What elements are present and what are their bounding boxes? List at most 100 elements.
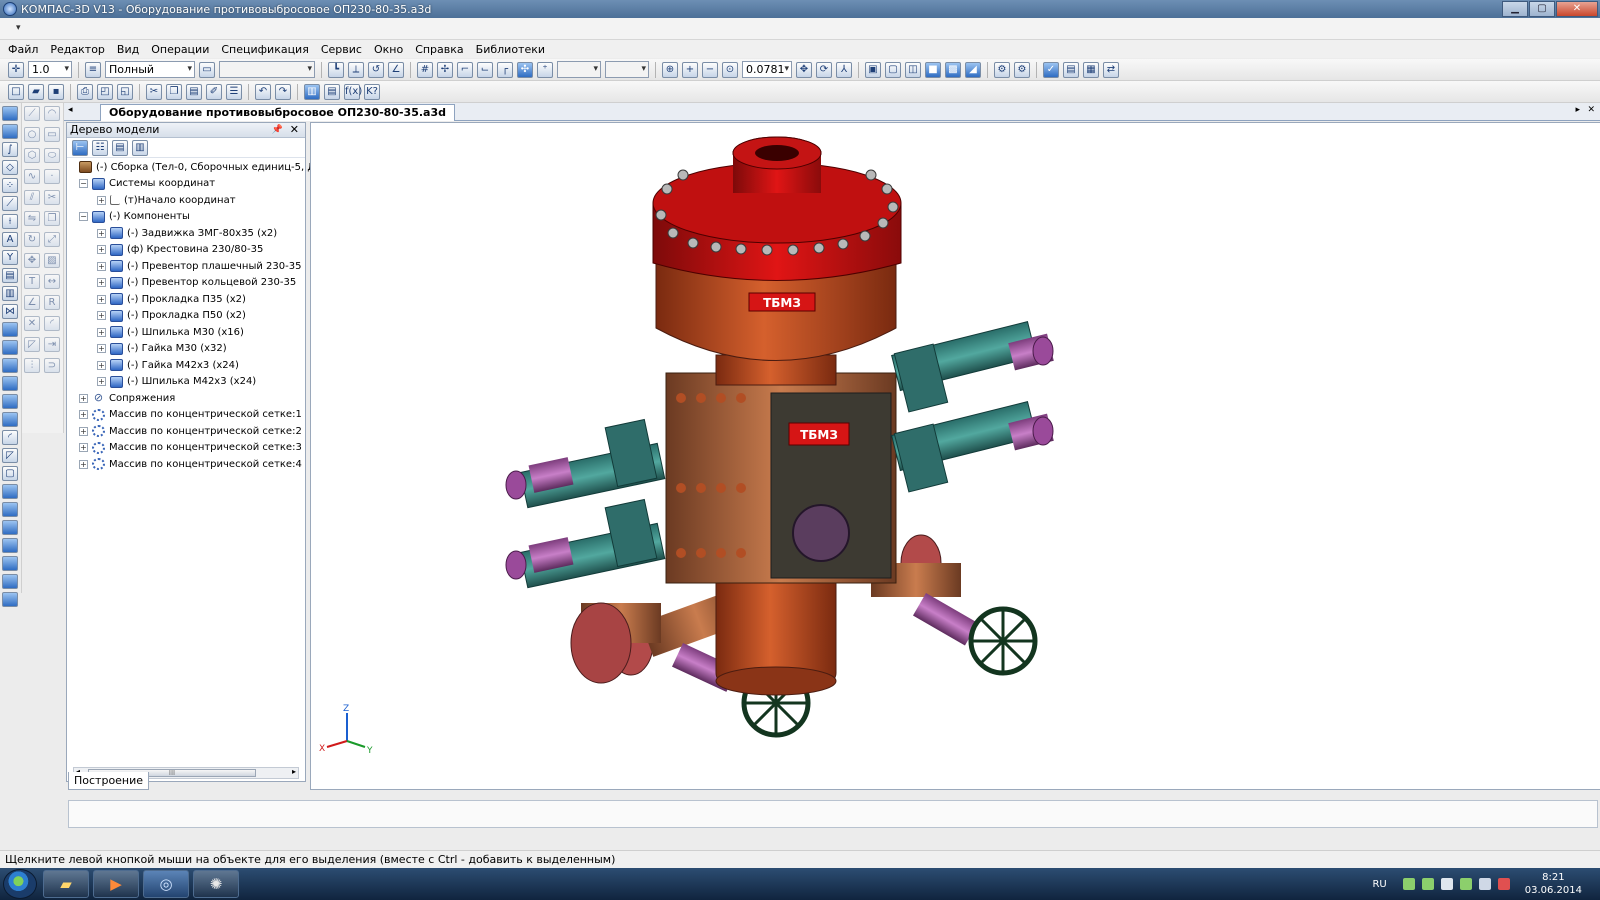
dimensions-icon[interactable]: A	[2, 232, 18, 247]
hidden-lines-icon[interactable]: ▢	[885, 61, 901, 78]
tool-spline-icon[interactable]: ∿	[24, 169, 40, 184]
tool-trim-icon[interactable]: ✂	[44, 190, 60, 205]
expand-icon[interactable]: +	[97, 344, 106, 354]
expand-icon[interactable]: +	[97, 195, 106, 205]
measure-icon[interactable]: ⟊	[2, 214, 18, 229]
preview-icon[interactable]: ◰	[97, 83, 113, 100]
properties-list-icon[interactable]: ☰	[226, 83, 242, 100]
menu-file[interactable]: Файл	[8, 43, 38, 56]
tree-item[interactable]: + (-) Гайка М42х3 (х24)	[67, 357, 305, 374]
taskbar-explorer[interactable]: ▰	[43, 870, 89, 898]
chevron-down-icon[interactable]: ▾	[16, 23, 21, 33]
expand-icon[interactable]: +	[79, 459, 88, 469]
grid-icon[interactable]: #	[417, 61, 433, 78]
tool-line-icon[interactable]: ⟋	[24, 106, 40, 121]
close-panel-icon[interactable]: ✕	[290, 123, 299, 137]
new-file-icon[interactable]: □	[8, 83, 24, 100]
deselect-icon[interactable]: ▤	[1063, 61, 1079, 78]
thread-icon[interactable]	[2, 520, 18, 535]
filter-2-icon[interactable]: ⚙	[1014, 61, 1030, 78]
assembly-tools-icon[interactable]	[2, 106, 18, 121]
menu-libraries[interactable]: Библиотеки	[476, 43, 545, 56]
orientation-icon[interactable]: ⅄	[836, 61, 852, 78]
expand-icon[interactable]: +	[97, 377, 106, 387]
redo-icon[interactable]: ↷	[275, 83, 291, 100]
layers-icon[interactable]: ≡	[85, 61, 101, 78]
expand-icon[interactable]: +	[79, 410, 88, 420]
tool-chamfer-icon[interactable]: ◸	[24, 337, 40, 352]
step-icon[interactable]: ✛	[8, 61, 24, 78]
tree-item[interactable]: + Массив по концентрической сетке:4	[67, 456, 305, 473]
tree-item[interactable]: − Системы координат	[67, 176, 305, 193]
print-icon[interactable]: ⎙	[77, 83, 93, 100]
local-snap-icon[interactable]: ⌐	[457, 61, 473, 78]
aux-geometry-icon[interactable]: ⟋	[2, 196, 18, 211]
pin-icon[interactable]: 📌	[272, 123, 283, 137]
tray-app-icon[interactable]	[1421, 878, 1434, 890]
menu-help[interactable]: Справка	[415, 43, 463, 56]
taskbar-kompas[interactable]: ◎	[143, 870, 189, 898]
tool-mirror-icon[interactable]: ⇋	[24, 211, 40, 226]
rotate-icon[interactable]: ⟳	[816, 61, 832, 78]
tree-item[interactable]: + (-) Прокладка П50 (х2)	[67, 308, 305, 325]
spec-icon[interactable]: ▤	[2, 268, 18, 283]
tool-point-icon[interactable]: ·	[44, 169, 60, 184]
zoom-combo[interactable]: 0.0781	[742, 61, 792, 78]
snap-active-icon[interactable]: ✣	[517, 61, 533, 78]
filter-icon[interactable]: ⚙	[994, 61, 1010, 78]
sweep-icon[interactable]	[2, 394, 18, 409]
mirror-icon[interactable]	[2, 538, 18, 553]
surfaces-icon[interactable]: ◇	[2, 160, 18, 175]
tool-copy-icon[interactable]: ❐	[44, 211, 60, 226]
array-feature-icon[interactable]	[2, 556, 18, 571]
rotate-feature-icon[interactable]	[2, 358, 18, 373]
chamfer-icon[interactable]: ◸	[2, 448, 18, 463]
tray-alert-icon[interactable]	[1497, 878, 1510, 890]
tool-hatch-icon[interactable]: ▨	[44, 253, 60, 268]
menu-service[interactable]: Сервис	[321, 43, 362, 56]
app-icon[interactable]	[3, 2, 17, 16]
tool-fillet-icon[interactable]: ◜	[44, 316, 60, 331]
expand-icon[interactable]: +	[97, 327, 106, 337]
menu-window[interactable]: Окно	[374, 43, 403, 56]
tool-circle-icon[interactable]: ○	[24, 127, 40, 142]
tool-delete-icon[interactable]: ✕	[24, 316, 40, 331]
tray-network-icon[interactable]	[1402, 878, 1415, 890]
zoom-window-icon[interactable]: ⊕	[662, 61, 678, 78]
tool-move-icon[interactable]: ✥	[24, 253, 40, 268]
scroll-right-icon[interactable]: ▸	[292, 767, 296, 776]
perspective-icon[interactable]: ◢	[965, 61, 981, 78]
reports-icon[interactable]: ▥	[2, 286, 18, 301]
sheet-metal-icon[interactable]	[2, 322, 18, 337]
tray-flag-icon[interactable]	[1440, 878, 1453, 890]
model-viewport[interactable]: ТБМЗ ТБМЗ Z X Y	[310, 122, 1600, 790]
loft-icon[interactable]	[2, 376, 18, 391]
tool-break-icon[interactable]: ⫶	[24, 358, 40, 373]
expand-icon[interactable]: +	[97, 294, 106, 304]
tree-item[interactable]: (-) Сборка (Тел-0, Сборочных единиц-5, Д…	[67, 159, 333, 176]
open-folder-icon[interactable]: ▰	[28, 83, 44, 100]
tab-scroll-right-icon[interactable]: ▸	[1575, 105, 1580, 115]
expand-icon[interactable]: +	[97, 360, 106, 370]
tool-ellipse-icon[interactable]: ⬭	[44, 148, 60, 163]
insert-component-icon[interactable]	[2, 592, 18, 607]
menu-specification[interactable]: Спецификация	[221, 43, 308, 56]
format-brush-icon[interactable]: ✐	[206, 83, 222, 100]
tool-dim-icon[interactable]: ↔	[44, 274, 60, 289]
zoom-out-icon[interactable]: −	[702, 61, 718, 78]
tree-item[interactable]: + (-) Превентор кольцевой 230-35	[67, 275, 305, 292]
start-button[interactable]	[3, 869, 37, 899]
tree-item[interactable]: + Массив по концентрической сетке:2	[67, 423, 305, 440]
tray-update-icon[interactable]	[1459, 878, 1472, 890]
refresh-icon[interactable]: ⇄	[1103, 61, 1119, 78]
minimize-button[interactable]: ▁	[1502, 1, 1528, 17]
tree-item[interactable]: + (-) Шпилька М42х3 (х24)	[67, 374, 305, 391]
expand-icon[interactable]: +	[97, 311, 106, 321]
taskbar-media-player[interactable]: ▶	[93, 870, 139, 898]
wireframe-icon[interactable]: ▣	[865, 61, 881, 78]
close-button[interactable]: ✕	[1556, 1, 1598, 17]
menu-operations[interactable]: Операции	[151, 43, 209, 56]
component-icon[interactable]	[2, 574, 18, 589]
ortho-icon[interactable]: ∠	[388, 61, 404, 78]
paste-icon[interactable]: ▤	[186, 83, 202, 100]
